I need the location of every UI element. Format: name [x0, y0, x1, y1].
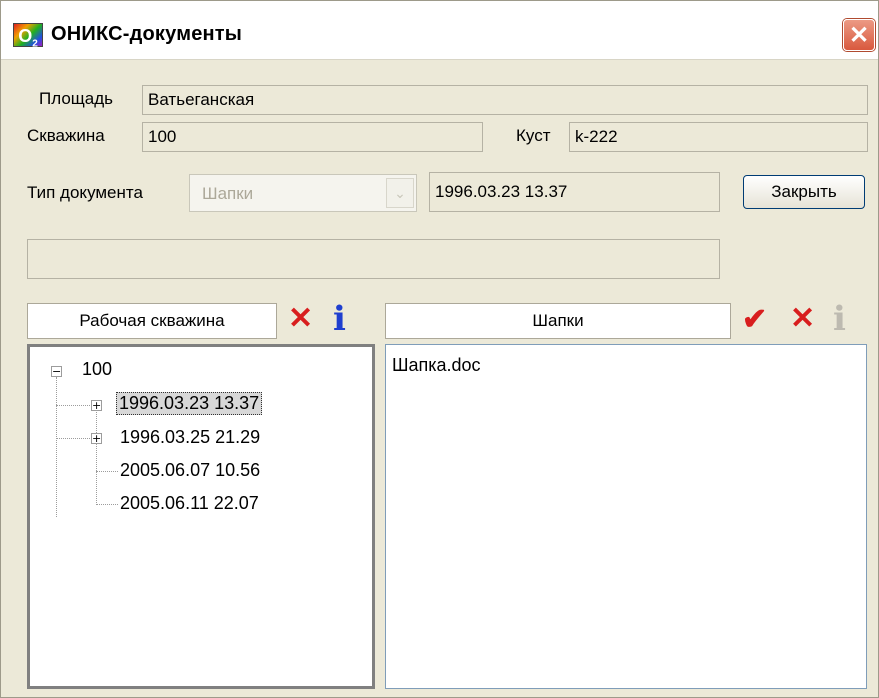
expand-icon[interactable]: +: [91, 433, 102, 444]
well-tree[interactable]: − 100 + 1996.03.23 13.37 + 1996.03.25 21…: [27, 344, 375, 689]
cluster-field: k-222: [569, 122, 868, 152]
tree-node[interactable]: 1996.03.23 13.37: [116, 392, 263, 415]
right-panel-header: Шапки: [385, 303, 731, 339]
window-title: ОНИКС-документы: [51, 23, 243, 45]
expand-icon[interactable]: +: [91, 400, 102, 411]
tree-connector-line: [56, 377, 57, 517]
tree-connector-line: [56, 438, 94, 439]
close-button[interactable]: Закрыть: [743, 175, 865, 209]
tree-connector-line: [96, 504, 118, 505]
tree-node[interactable]: 1996.03.25 21.29: [120, 427, 260, 448]
delete-icon[interactable]: ✕: [288, 304, 313, 334]
area-field: Ватьеганская: [142, 85, 868, 115]
onyx-documents-window: O2 ОНИКС-документы ✕ Площадь Ватьеганска…: [0, 0, 879, 698]
tree-root-node[interactable]: 100: [82, 359, 112, 380]
tree-connector-line: [96, 471, 118, 472]
area-label: Площадь: [39, 89, 114, 108]
well-label: Скважина: [27, 126, 105, 145]
status-field: [27, 239, 720, 279]
info-icon: i: [833, 299, 846, 339]
checkmark-icon[interactable]: ✔: [742, 305, 767, 335]
doctype-selected-value: Шапки: [202, 184, 254, 203]
tree-node[interactable]: 2005.06.11 22.07: [120, 493, 259, 514]
tree-connector-line: [56, 405, 94, 406]
well-field: 100: [142, 122, 483, 152]
collapse-icon[interactable]: −: [51, 366, 62, 377]
tree-node[interactable]: 2005.06.07 10.56: [120, 460, 260, 481]
tree-connector-line: [96, 410, 97, 505]
close-window-button[interactable]: ✕: [843, 19, 875, 51]
app-logo-icon: O2: [13, 23, 43, 50]
cluster-label: Куст: [516, 126, 551, 145]
title-bar[interactable]: O2 ОНИКС-документы ✕: [1, 1, 878, 60]
documents-list[interactable]: Шапка.doc: [385, 344, 867, 689]
doctype-select[interactable]: Шапки ⌄: [189, 174, 417, 212]
info-icon[interactable]: i: [333, 302, 346, 336]
document-date-field: 1996.03.23 13.37: [429, 172, 720, 212]
left-panel-header: Рабочая скважина: [27, 303, 277, 339]
doctype-label: Тип документа: [27, 183, 143, 202]
delete-icon[interactable]: ✕: [790, 304, 815, 334]
list-item[interactable]: Шапка.doc: [392, 355, 481, 376]
chevron-down-icon[interactable]: ⌄: [386, 178, 414, 208]
